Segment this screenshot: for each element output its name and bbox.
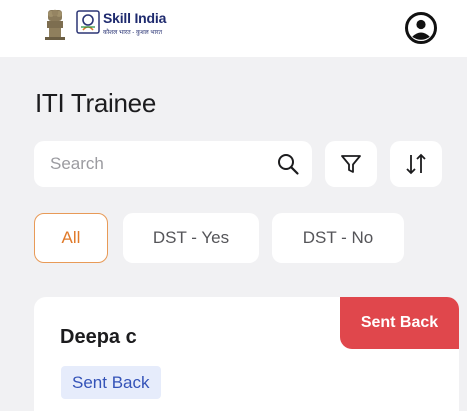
- filter-chip-dst-no[interactable]: DST - No: [272, 213, 404, 263]
- national-emblem-icon: [45, 9, 65, 40]
- account-circle-icon[interactable]: [404, 11, 438, 45]
- brand-title: Skill India: [103, 10, 167, 26]
- status-badge: Sent Back: [61, 366, 161, 399]
- filter-button[interactable]: [325, 141, 377, 187]
- status-ribbon: Sent Back: [340, 297, 459, 349]
- trainee-card[interactable]: Sent Back Deepa c Sent Back: [34, 297, 459, 411]
- skill-india-logo-icon: [76, 10, 100, 34]
- sort-icon: [406, 153, 426, 175]
- trainee-name: Deepa c: [60, 326, 137, 348]
- brand-tagline: कौशल भारत - कुशल भारत: [103, 30, 163, 36]
- search-icon[interactable]: [276, 152, 300, 176]
- filter-chip-all[interactable]: All: [34, 213, 108, 263]
- filter-icon: [341, 155, 361, 173]
- sort-button[interactable]: [390, 141, 442, 187]
- page-title: ITI Trainee: [35, 88, 156, 118]
- filter-chip-dst-yes[interactable]: DST - Yes: [123, 213, 259, 263]
- app-header: Skill India कौशल भारत - कुशल भारत: [0, 0, 467, 57]
- search-bar[interactable]: [34, 141, 312, 187]
- search-input[interactable]: [50, 141, 260, 187]
